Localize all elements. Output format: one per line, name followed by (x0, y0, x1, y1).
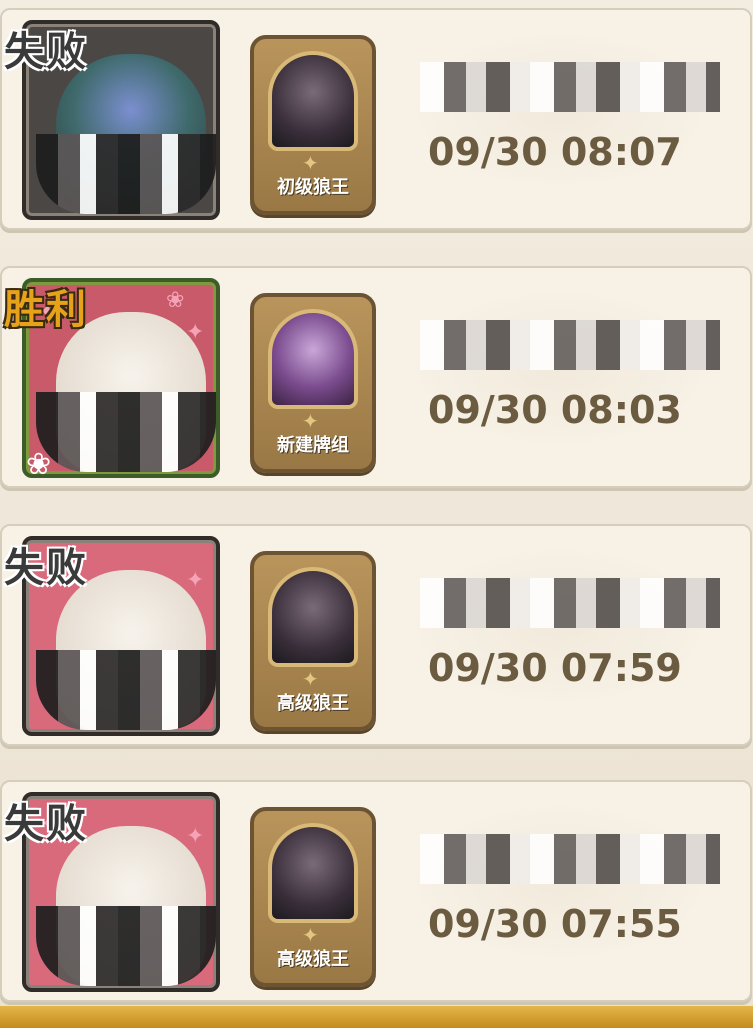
result-label: 失败 (4, 29, 88, 75)
avatar-pixelation (36, 392, 216, 472)
deck-badge[interactable]: ✦ 新建牌组 (250, 293, 376, 473)
deck-name: 高级狼王 (277, 949, 349, 970)
player-name (420, 320, 720, 370)
result-label: 失败 (4, 801, 88, 847)
match-card[interactable]: ✦ ✦ ❀ ❀ 胜利 ✦ 新建牌组 09/30 08:03 (0, 258, 753, 488)
avatar-pixelation (36, 906, 216, 986)
avatar-pixelation (36, 650, 216, 730)
result-label: 失败 (4, 545, 88, 591)
flower-icon: ❀ (166, 288, 185, 313)
star-icon: ✦ (302, 151, 319, 175)
deck-portrait-icon (268, 309, 358, 409)
avatar-pixelation (36, 134, 216, 214)
deck-badge[interactable]: ✦ 高级狼王 (250, 807, 376, 987)
match-card[interactable]: ✦ ✦ 失败 ✦ 高级狼王 09/30 07:59 (0, 516, 753, 746)
star-icon: ✦ (302, 667, 319, 691)
bottom-border (0, 1006, 753, 1028)
flower-icon: ❀ (26, 447, 52, 478)
star-icon: ✦ (302, 923, 319, 947)
star-icon: ✦ (302, 409, 319, 433)
deck-portrait-icon (268, 51, 358, 151)
player-name (420, 62, 720, 112)
sparkle-icon: ✦ (186, 568, 205, 593)
deck-name: 新建牌组 (277, 435, 349, 456)
player-name (420, 834, 720, 884)
player-name (420, 578, 720, 628)
deck-portrait-icon (268, 567, 358, 667)
deck-badge[interactable]: ✦ 高级狼王 (250, 551, 376, 731)
match-card[interactable]: 失败 ✦ 初级狼王 09/30 08:07 (0, 0, 753, 230)
match-timestamp: 09/30 07:59 (428, 646, 682, 690)
match-card[interactable]: ✦ ✦ 失败 ✦ 高级狼王 09/30 07:55 (0, 772, 753, 1002)
deck-portrait-icon (268, 823, 358, 923)
match-timestamp: 09/30 07:55 (428, 902, 682, 946)
match-timestamp: 09/30 08:07 (428, 130, 682, 174)
deck-name: 高级狼王 (277, 693, 349, 714)
deck-name: 初级狼王 (277, 177, 349, 198)
deck-badge[interactable]: ✦ 初级狼王 (250, 35, 376, 215)
sparkle-icon: ✦ (186, 824, 205, 849)
result-label: 胜利 (4, 287, 88, 333)
match-timestamp: 09/30 08:03 (428, 388, 682, 432)
